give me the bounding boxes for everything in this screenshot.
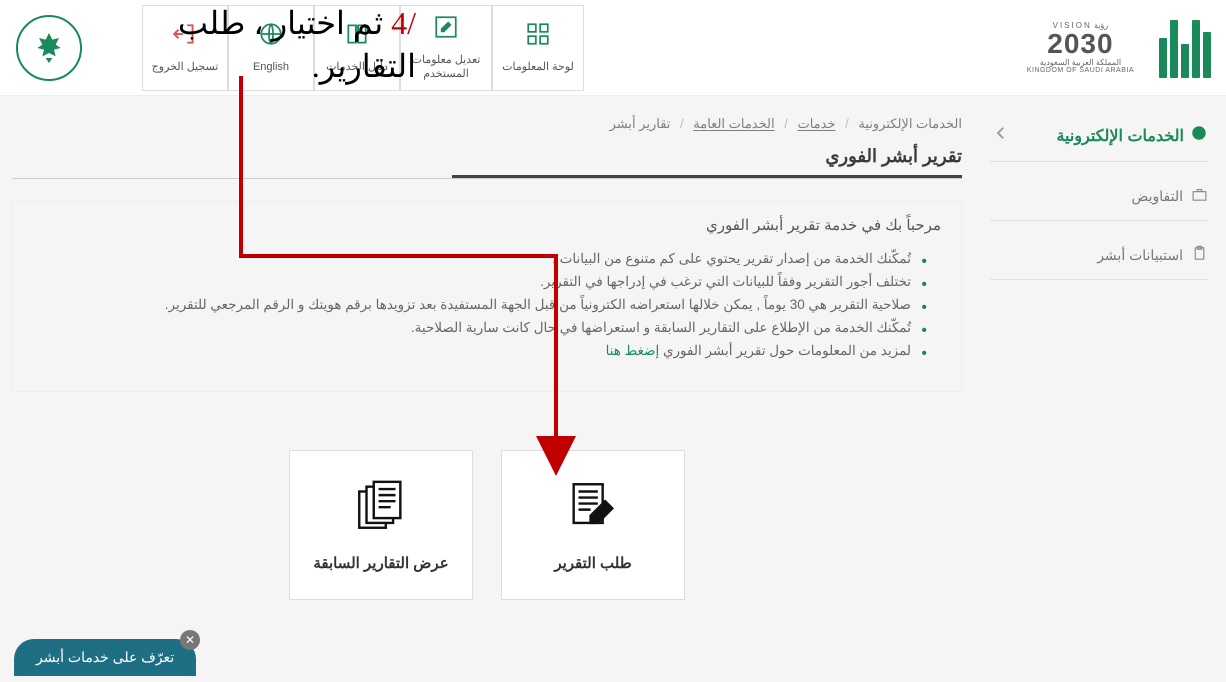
info-list-item: لمزيد من المعلومات حول تقرير أبشر الفوري…	[33, 340, 927, 363]
card-label: طلب التقرير	[554, 554, 631, 572]
sidebar: الخدمات الإلكترونية التفاويض استبيانات أ…	[986, 116, 1226, 600]
info-list: تُمكّنك الخدمة من إصدار تقرير يحتوي على …	[33, 248, 941, 363]
vision-year: 2030	[1047, 30, 1113, 58]
main-content: الخدمات الإلكترونية / خدمات / الخدمات ال…	[0, 116, 986, 600]
vision-country-ar: المملكة العربية السعودية	[1040, 58, 1121, 67]
card-view-previous-reports[interactable]: عرض التقارير السابقة	[289, 450, 473, 600]
ksa-emblem	[6, 5, 92, 91]
card-request-report[interactable]: طلب التقرير	[501, 450, 685, 600]
action-cards: طلب التقرير عرض التقارير السابقة	[12, 450, 962, 600]
annotation-text: /4 ثم اختيار ، طلب التقارير.	[178, 2, 416, 88]
info-list-item: تختلف أجور التقرير وفقاً للبيانات التي ت…	[33, 271, 927, 294]
help-pill-label: تعرّف على خدمات أبشر	[36, 649, 174, 665]
info-list-item: صلاحية التقرير هي 30 يوماً , يمكن خلالها…	[33, 294, 927, 317]
document-pen-icon	[564, 477, 622, 540]
absher-logo	[1150, 13, 1220, 83]
breadcrumb-current: تقارير أبشر	[610, 116, 671, 131]
breadcrumb-link-services[interactable]: خدمات	[797, 116, 835, 131]
breadcrumb: الخدمات الإلكترونية / خدمات / الخدمات ال…	[12, 116, 962, 146]
breadcrumb-link-general[interactable]: الخدمات العامة	[693, 116, 774, 131]
chevron-left-icon	[992, 124, 1010, 147]
sidebar-item-label: استبيانات أبشر	[1097, 247, 1183, 264]
nav-dashboard[interactable]: لوحة المعلومات	[492, 5, 584, 91]
more-info-link[interactable]: إضغط هنا	[606, 343, 660, 358]
vision2030-logo: رؤية VISION 2030 المملكة العربية السعودي…	[1027, 21, 1134, 74]
sidebar-heading[interactable]: الخدمات الإلكترونية	[990, 116, 1208, 162]
nav-label: لوحة المعلومات	[502, 60, 574, 74]
edit-icon	[433, 14, 459, 45]
welcome-text: مرحباً بك في خدمة تقرير أبشر الفوري	[33, 216, 941, 234]
info-list-item: تُمكّنك الخدمة من إصدار تقرير يحتوي على …	[33, 248, 927, 271]
dashboard-icon	[525, 21, 551, 52]
documents-stack-icon	[352, 477, 410, 540]
vision-country-en: KINGDOM OF SAUDI ARABIA	[1027, 67, 1134, 74]
more-prefix: لمزيد من المعلومات حول تقرير أبشر الفوري	[659, 343, 911, 358]
breadcrumb-root: الخدمات الإلكترونية	[858, 116, 962, 131]
page-title: تقرير أبشر الفوري	[452, 146, 962, 178]
help-close-button[interactable]: ✕	[180, 630, 200, 650]
briefcase-icon	[1191, 186, 1208, 206]
card-label: عرض التقارير السابقة	[313, 554, 448, 572]
sidebar-item-label: التفاويض	[1131, 188, 1183, 205]
sidebar-item-surveys[interactable]: استبيانات أبشر	[990, 235, 1208, 280]
services-icon	[1190, 124, 1208, 147]
info-list-item: تُمكّنك الخدمة من الإطلاع على التقارير ا…	[33, 317, 927, 340]
help-pill[interactable]: تعرّف على خدمات أبشر	[14, 639, 196, 676]
clipboard-icon	[1191, 245, 1208, 265]
info-box: مرحباً بك في خدمة تقرير أبشر الفوري تُمك…	[12, 201, 962, 392]
sidebar-item-authorizations[interactable]: التفاويض	[990, 176, 1208, 221]
sidebar-heading-label: الخدمات الإلكترونية	[1056, 126, 1184, 146]
close-icon: ✕	[185, 633, 195, 647]
logo-block: رؤية VISION 2030 المملكة العربية السعودي…	[1027, 13, 1220, 83]
